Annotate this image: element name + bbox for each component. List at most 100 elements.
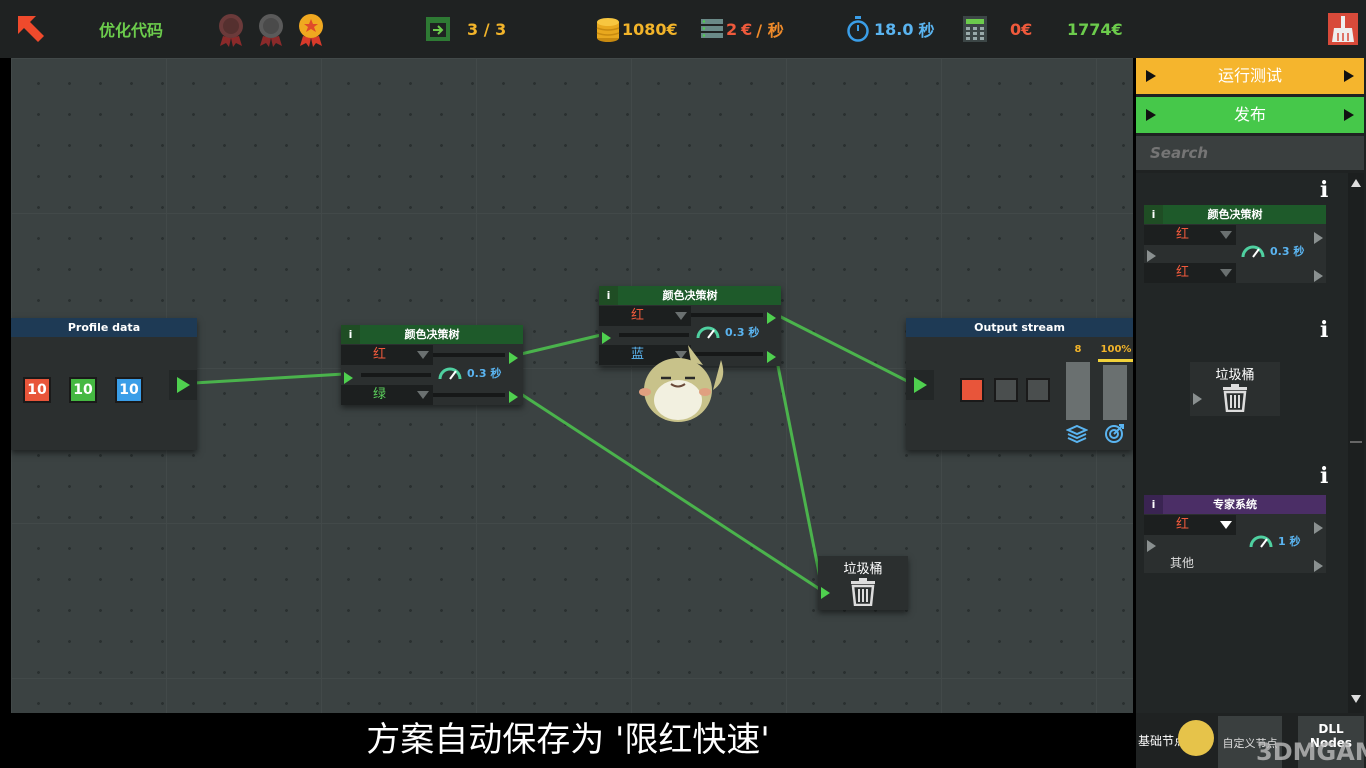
- palette-expert-title: 专家系统: [1144, 495, 1326, 514]
- tree2-input-port[interactable]: [602, 329, 611, 348]
- wire-tree2-blue-to-trash: [774, 355, 823, 584]
- info-icon[interactable]: i: [1320, 463, 1328, 489]
- profile-data-title: Profile data: [11, 318, 197, 337]
- bar-line: [619, 333, 689, 337]
- palette-tree-option-a: 红: [1144, 225, 1236, 245]
- info-icon[interactable]: i: [1320, 317, 1328, 343]
- palette-expert-system[interactable]: 专家系统 i 红 其他 1 秒: [1144, 495, 1326, 573]
- profile-output-port[interactable]: [169, 370, 197, 400]
- total-amount: 1774: [1067, 19, 1112, 39]
- palette-expert-option-a: 红: [1144, 515, 1236, 535]
- gold-medal-icon: [299, 14, 323, 47]
- color-tree-2-title: 颜色决策树: [599, 286, 781, 305]
- search-input[interactable]: [1136, 136, 1364, 170]
- silver-medal-icon: [259, 14, 283, 47]
- run-test-label: 运行测试: [1217, 66, 1282, 85]
- run-test-button[interactable]: 运行测试: [1136, 58, 1364, 94]
- play-gray-icon: [1314, 229, 1323, 248]
- bar2-label: 100%: [1100, 344, 1132, 355]
- level-title: 优化代码: [99, 21, 164, 40]
- output-input-port[interactable]: [906, 370, 934, 400]
- dropdown-arrow-icon: [417, 391, 429, 399]
- play-icon: [602, 332, 611, 344]
- trash-can-icon: [1222, 384, 1248, 416]
- coins-amount: 1080: [622, 19, 667, 39]
- bar-line: [361, 373, 431, 377]
- palette-scrollbar[interactable]: [1348, 173, 1364, 713]
- blue-count-box: 10: [115, 377, 143, 403]
- tree1-option-b[interactable]: 绿: [341, 385, 433, 405]
- publish-label: 发布: [1233, 105, 1266, 124]
- profile-data-node[interactable]: Profile data 10 10 10: [11, 318, 197, 450]
- scroll-thumb[interactable]: [1350, 441, 1362, 443]
- color-tree-1-title: 颜色决策树: [341, 325, 523, 344]
- medals: [212, 0, 330, 58]
- play-gray-icon: [1147, 537, 1156, 556]
- tree2-output-a[interactable]: [767, 309, 776, 328]
- palette-expert-option-b: 其他: [1170, 556, 1195, 570]
- info-icon[interactable]: i: [1144, 205, 1163, 224]
- wire-tree2-red-to-output: [778, 314, 912, 385]
- palette-tree-speed-label: 0.3 秒: [1270, 245, 1305, 258]
- target-icon: [1103, 422, 1125, 448]
- trash-node[interactable]: 垃圾桶: [818, 556, 908, 610]
- palette-color-tree[interactable]: 颜色决策树 i 红 红 0.3 秒: [1144, 205, 1326, 283]
- tree2-output-b[interactable]: [767, 348, 776, 367]
- tree1-option-a[interactable]: 红: [341, 345, 433, 365]
- broom-icon: [1328, 13, 1358, 45]
- speedometer-icon: [1249, 535, 1273, 548]
- scroll-down-icon[interactable]: [1351, 695, 1361, 703]
- green-count-box: 10: [69, 377, 97, 403]
- timer: 18.0 秒: [874, 0, 935, 58]
- red-count-box: 10: [23, 377, 51, 403]
- coins-value: 1080 €: [622, 0, 678, 58]
- play-icon: [1344, 70, 1354, 82]
- tree1-option-b-label: 绿: [373, 387, 387, 402]
- color-tree-node-1[interactable]: 颜色决策树 i 红 绿 0.3 秒: [341, 325, 523, 405]
- mascot-sticker: [633, 340, 733, 434]
- speedometer-icon: [1241, 245, 1265, 258]
- output-stream-node[interactable]: Output stream 8 100%: [906, 318, 1133, 450]
- node-canvas[interactable]: Profile data 10 10 10 颜色决策树 i 红 绿 0.3 秒 …: [11, 58, 1133, 713]
- tree1-speed-label: 0.3 秒: [467, 367, 502, 380]
- palette-tree-speed: 0.3 秒: [1240, 243, 1304, 259]
- info-icon[interactable]: i: [341, 325, 360, 344]
- tree1-output-b[interactable]: [509, 388, 518, 407]
- output-slot-red: [960, 378, 984, 402]
- info-icon[interactable]: i: [1320, 177, 1328, 203]
- play-icon: [1344, 109, 1354, 121]
- publish-button[interactable]: 发布: [1136, 97, 1364, 133]
- clear-broom-button[interactable]: [1328, 0, 1358, 58]
- play-icon: [1146, 109, 1156, 121]
- speedometer-icon: [438, 367, 462, 380]
- currency-symbol: €: [1111, 19, 1123, 39]
- trash-input-port[interactable]: [821, 584, 830, 603]
- calc-value: 0 €: [1010, 0, 1032, 58]
- tree1-option-a-label: 红: [373, 347, 387, 362]
- info-icon[interactable]: i: [1144, 495, 1163, 514]
- info-icon[interactable]: i: [599, 286, 618, 305]
- bar-line: [433, 393, 505, 397]
- tree1-output-a[interactable]: [509, 349, 518, 368]
- total-value: 1774 €: [1067, 0, 1123, 58]
- back-arrow-icon[interactable]: [14, 0, 48, 58]
- currency-symbol: €: [741, 19, 753, 39]
- play-gray-icon: [1193, 390, 1202, 409]
- play-icon: [176, 377, 190, 393]
- scroll-up-icon[interactable]: [1351, 179, 1361, 187]
- dropdown-arrow-icon: [1220, 231, 1232, 239]
- palette-tree-option-b: 红: [1144, 263, 1236, 283]
- mascot-face: [1178, 720, 1214, 756]
- cost-rate: 2 € / 秒: [726, 0, 784, 58]
- level-progress: 3 / 3: [467, 19, 507, 39]
- speedometer-icon: [696, 326, 720, 339]
- server-cost-icon: [700, 0, 724, 58]
- tree1-input-port[interactable]: [344, 369, 353, 388]
- tree2-speed-label: 0.3 秒: [725, 326, 760, 339]
- cost-rate-unit: / 秒: [756, 21, 784, 40]
- dropdown-arrow-icon: [417, 351, 429, 359]
- play-icon: [767, 351, 776, 363]
- tree2-option-a[interactable]: 红: [599, 306, 691, 326]
- play-icon: [509, 352, 518, 364]
- palette-trash[interactable]: 垃圾桶: [1190, 362, 1280, 416]
